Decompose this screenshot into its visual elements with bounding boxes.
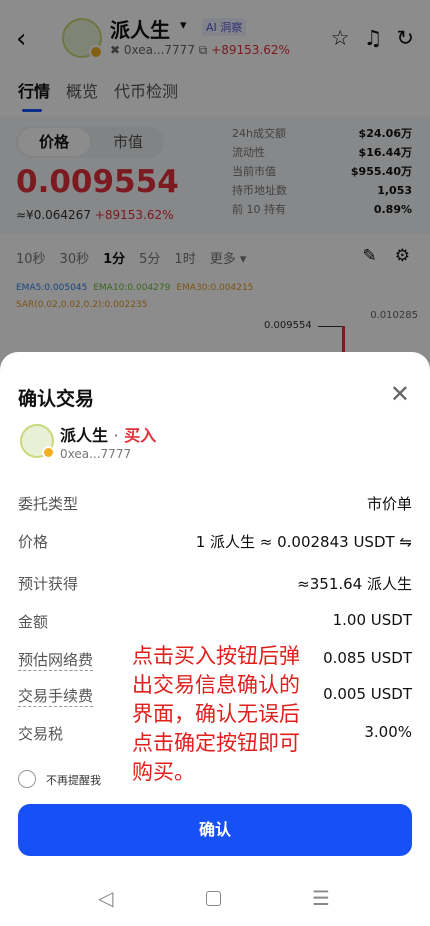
- field-label: 预计获得: [18, 575, 79, 593]
- field-value: 市价单: [366, 495, 412, 513]
- sheet-token-line: 派人生 · 买入: [60, 422, 156, 446]
- separator: ·: [113, 426, 119, 445]
- field-price: 价格 1 派人生 ≈ 0.002843 USDT ⇋: [18, 531, 412, 555]
- trade-side: 买入: [124, 426, 157, 445]
- field-label[interactable]: 预估网络费: [18, 649, 94, 671]
- field-value: 0.085 USDT: [323, 649, 412, 667]
- system-nav-bar: ◁ ☰: [0, 886, 430, 916]
- sheet-token-address: 0xea...7777: [60, 447, 132, 461]
- field-value: 1.00 USDT: [332, 611, 412, 629]
- dont-remind-label[interactable]: 不再提醒我: [46, 772, 101, 788]
- annotation-text: 点击买入按钮后弹出交易信息确认的界面，确认无误后点击确定按钮即可购买。: [132, 644, 300, 784]
- confirm-button[interactable]: 确认: [18, 804, 412, 856]
- field-value[interactable]: 1 派人生 ≈ 0.002843 USDT ⇋: [196, 531, 412, 552]
- field-label: 价格: [18, 533, 49, 551]
- sheet-token-name: 派人生: [60, 426, 109, 445]
- field-label: 金额: [18, 613, 49, 631]
- nav-menu-icon[interactable]: ☰: [312, 886, 330, 910]
- close-icon[interactable]: ✕: [390, 382, 410, 406]
- field-label: 委托类型: [18, 495, 79, 513]
- confirm-trade-sheet: 确认交易 ✕ 派人生 · 买入 0xea...7777 委托类型 市价单 价格 …: [0, 352, 430, 926]
- field-expected-receive: 预计获得 ≈351.64 派人生: [18, 573, 412, 597]
- nav-back-icon[interactable]: ◁: [98, 886, 113, 910]
- field-amount: 金额 1.00 USDT: [18, 611, 412, 635]
- token-logo: [20, 424, 55, 459]
- field-label[interactable]: 交易手续费: [18, 685, 94, 707]
- nav-home-icon[interactable]: [206, 891, 221, 906]
- dont-remind-checkbox[interactable]: [18, 770, 36, 788]
- field-label: 交易税: [18, 725, 64, 743]
- sheet-title: 确认交易: [18, 388, 95, 410]
- field-value: 3.00%: [364, 723, 412, 741]
- field-order-type: 委托类型 市价单: [18, 493, 412, 517]
- field-value: ≈351.64 派人生: [297, 575, 412, 593]
- chain-badge-icon: [42, 446, 55, 459]
- field-value: 0.005 USDT: [323, 685, 412, 703]
